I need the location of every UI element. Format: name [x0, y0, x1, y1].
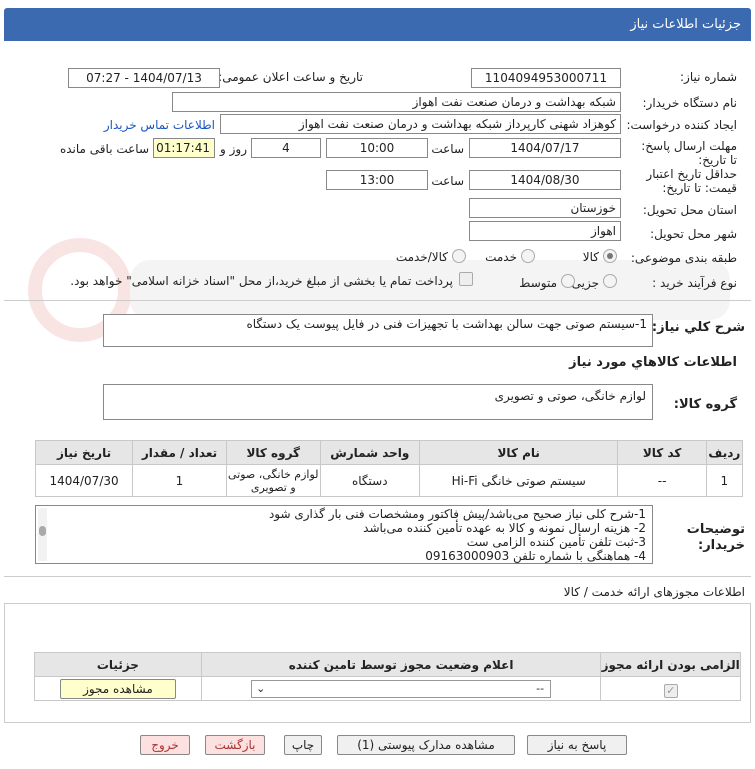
buyer-contact-link[interactable]: اطلاعات تماس خریدار	[104, 118, 215, 132]
deadline-label: مهلت ارسال پاسخ: تا تاریخ:	[641, 139, 737, 167]
cell-unit: دستگاه	[319, 464, 420, 497]
reply-button[interactable]: پاسخ به نیاز	[527, 735, 627, 755]
goods-table: ردیف کد کالا نام کالا واحد شمارش گروه کا…	[34, 440, 744, 497]
col-details: جزئیات	[34, 652, 202, 677]
cell-details: مشاهده مجوز	[34, 676, 202, 701]
validity-time-label: ساعت	[431, 174, 464, 188]
purchase-minor-label: جزیی	[571, 276, 599, 290]
buyer-note-line: 2- هزینه ارسال نمونه و کالا به عهده تأمی…	[363, 521, 646, 535]
permit-status-select[interactable]: -- ⌄	[251, 679, 552, 698]
col-group: گروه کالا	[225, 440, 321, 465]
goods-section-title: اطلاعات كالاهاي مورد نياز	[569, 355, 737, 370]
validity-date-field: 1404/08/30	[469, 170, 621, 190]
buyer-org-field: شبکه بهداشت و درمان صنعت نفت اهواز	[172, 92, 621, 112]
deadline-time-field: 10:00	[326, 138, 428, 158]
col-code: کد کالا	[617, 440, 707, 465]
validity-time-field: 13:00	[326, 170, 428, 190]
cell-group: لوازم خانگی، صوتی و تصویری	[225, 464, 321, 497]
col-status: اعلام وضعیت مجوز توسط تامین کننده	[200, 652, 602, 677]
view-attachments-button[interactable]: مشاهده مدارک پیوستی (1)	[337, 735, 515, 755]
remaining-time-field: 01:17:41	[153, 138, 215, 158]
exit-button[interactable]: خروج	[140, 735, 190, 755]
goods-group-box: لوازم خانگی، صوتی و تصویری	[103, 384, 653, 420]
page-header: جزئیات اطلاعات نیاز	[4, 8, 751, 41]
scrollbar[interactable]	[38, 508, 47, 561]
payment-note: پرداخت تمام یا بخشی از مبلغ خرید،از محل …	[70, 274, 453, 288]
goods-table-header: ردیف کد کالا نام کالا واحد شمارش گروه کا…	[34, 440, 744, 465]
summary-text: 1-سیستم صوتی جهت سالن بهداشت با تجهیزات …	[246, 317, 647, 331]
col-name: نام کالا	[418, 440, 619, 465]
permits-title: اطلاعات مجوزهای ارائه خدمت / کالا	[563, 585, 745, 599]
announce-field: 1404/07/13 - 07:27	[68, 68, 220, 88]
need-number-label: شماره نیاز:	[680, 70, 737, 84]
category-goods-service-label: کالا/خدمت	[395, 250, 448, 264]
buyer-note-line: 3-ثبت تلفن تأمین کننده الزامی ست	[466, 535, 646, 549]
buyer-org-label: نام دستگاه خریدار:	[642, 96, 738, 110]
remaining-label: ساعت باقی مانده	[59, 142, 149, 156]
requester-label: ایجاد کننده درخواست:	[626, 118, 737, 132]
col-date: تاریخ نیاز	[34, 440, 134, 465]
buyer-notes-box: 1-شرح کلی نیاز صحیح می‌باشد/پیش فاکتور و…	[35, 505, 653, 564]
divider	[4, 300, 751, 301]
buyer-note-line: 4- هماهنگی با شماره تلفن 09163000903	[425, 549, 646, 563]
requester-field: کوهزاد شهنی کارپرداز شبکه بهداشت و درمان…	[220, 114, 621, 134]
category-goods-radio[interactable]	[603, 249, 617, 263]
divider	[4, 576, 751, 577]
category-goods-label: کالا	[582, 250, 599, 264]
permits-table: الزامی بودن ارائه مجوز اعلام وضعیت مجوز …	[34, 652, 741, 701]
scrollbar-thumb[interactable]	[39, 526, 46, 536]
days-field: 4	[251, 138, 321, 158]
cell-row: 1	[705, 464, 744, 497]
category-goods-service-radio[interactable]	[452, 249, 466, 263]
goods-group-label: گروه کالا:	[673, 397, 737, 412]
need-number-field: 1104094953000711	[471, 68, 621, 88]
cell-required: ✓	[600, 676, 741, 701]
validity-label: حداقل تاریخ اعتبار قیمت: تا تاریخ:	[646, 167, 737, 195]
deadline-time-label: ساعت	[431, 142, 464, 156]
back-button[interactable]: بازگشت	[205, 735, 265, 755]
city-field: اهواز	[469, 221, 621, 241]
buyer-note-line: 1-شرح کلی نیاز صحیح می‌باشد/پیش فاکتور و…	[268, 507, 646, 521]
page-title: جزئیات اطلاعات نیاز	[630, 17, 741, 32]
table-row: ✓ -- ⌄ مشاهده مجوز	[34, 676, 741, 701]
col-row: ردیف	[705, 440, 744, 465]
buyer-notes-label: توضیحات خریدار:	[686, 522, 745, 553]
cell-date: 1404/07/30	[34, 464, 134, 497]
purchase-minor-radio[interactable]	[603, 274, 617, 288]
permit-status-value: --	[536, 681, 545, 695]
purchase-medium-label: متوسط	[519, 276, 557, 290]
print-button[interactable]: چاپ	[284, 735, 322, 755]
province-label: استان محل تحویل:	[642, 203, 737, 217]
cell-qty: 1	[132, 464, 227, 497]
required-check-icon: ✓	[663, 684, 678, 698]
goods-group-value: لوازم خانگی، صوتی و تصویری	[494, 389, 646, 403]
cell-name: سیستم صوتی خانگی Hi-Fi	[418, 464, 619, 497]
days-label: روز و	[220, 142, 247, 156]
table-row: 1 -- سیستم صوتی خانگی Hi-Fi دستگاه لوازم…	[34, 464, 744, 497]
deadline-date-field: 1404/07/17	[469, 138, 621, 158]
purchase-type-label: نوع فرآیند خرید :	[652, 276, 737, 290]
view-permit-button[interactable]: مشاهده مجوز	[59, 678, 176, 699]
summary-label: شرح کلي نياز:	[651, 320, 745, 335]
announce-label: تاریخ و ساعت اعلان عمومی:	[218, 70, 363, 84]
cell-code: --	[617, 464, 707, 497]
col-unit: واحد شمارش	[319, 440, 420, 465]
cell-status: -- ⌄	[200, 676, 602, 701]
city-label: شهر محل تحویل:	[650, 227, 737, 241]
province-field: خوزستان	[469, 198, 621, 218]
category-service-label: خدمت	[485, 250, 517, 264]
category-service-radio[interactable]	[521, 249, 535, 263]
permits-table-header: الزامی بودن ارائه مجوز اعلام وضعیت مجوز …	[34, 652, 741, 677]
category-label: طبقه بندی موضوعی:	[630, 251, 737, 265]
summary-textarea: 1-سیستم صوتی جهت سالن بهداشت با تجهیزات …	[103, 314, 653, 347]
col-qty: تعداد / مقدار	[132, 440, 227, 465]
chevron-down-icon: ⌄	[256, 681, 266, 695]
treasury-checkbox[interactable]	[459, 272, 473, 286]
purchase-medium-radio[interactable]	[561, 274, 575, 288]
col-required: الزامی بودن ارائه مجوز	[600, 652, 741, 677]
